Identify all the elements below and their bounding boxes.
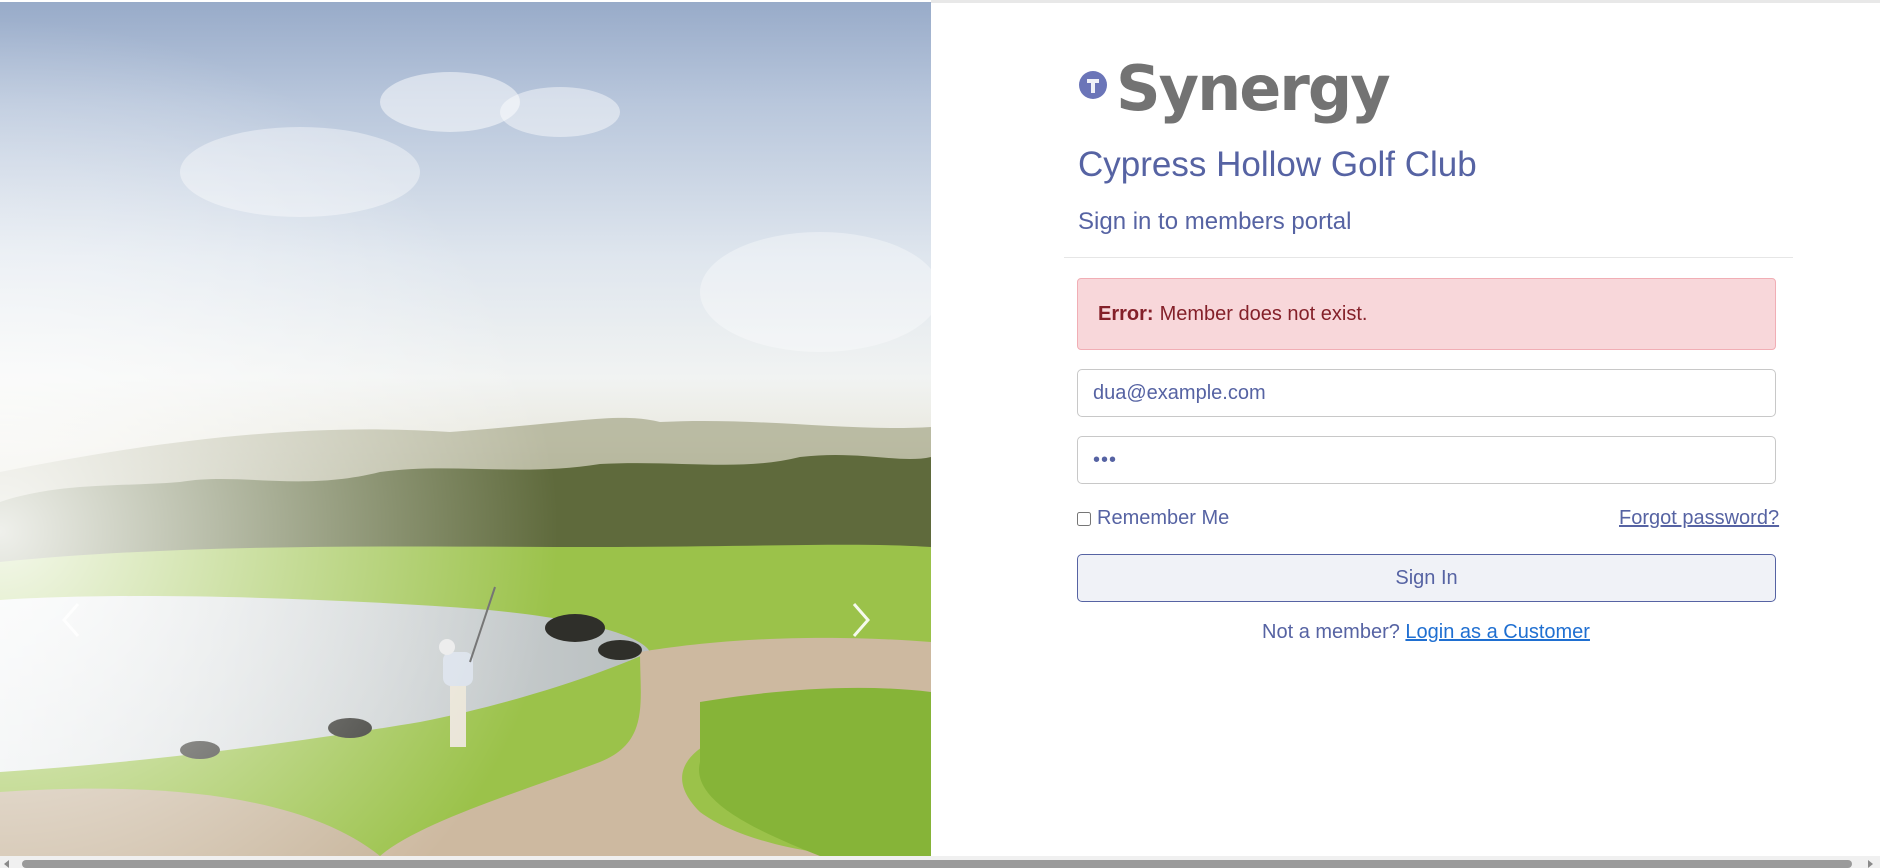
- synergy-logo-icon: [1079, 71, 1107, 99]
- login-as-customer-link[interactable]: Login as a Customer: [1405, 621, 1590, 643]
- scrollbar-thumb[interactable]: [22, 860, 1852, 868]
- scroll-left-arrow-icon[interactable]: [4, 860, 9, 868]
- not-member-row: Not a member? Login as a Customer: [1064, 621, 1788, 644]
- scroll-right-arrow-icon[interactable]: [1868, 860, 1873, 868]
- password-field[interactable]: [1077, 436, 1776, 484]
- forgot-password-link[interactable]: Forgot password?: [1619, 507, 1779, 530]
- chevron-left-icon: [62, 603, 80, 637]
- error-label: Error:: [1098, 302, 1154, 325]
- top-border: [931, 0, 1880, 3]
- divider: [1064, 257, 1793, 258]
- club-name: Cypress Hollow Golf Club: [1078, 145, 1477, 184]
- chevron-right-icon: [852, 603, 870, 637]
- not-member-text: Not a member?: [1262, 621, 1400, 643]
- page-subtitle: Sign in to members portal: [1078, 208, 1352, 235]
- remember-me[interactable]: Remember Me: [1077, 507, 1229, 530]
- remember-me-label: Remember Me: [1097, 507, 1230, 529]
- carousel-next-button[interactable]: [846, 600, 876, 640]
- sign-in-button[interactable]: Sign In: [1077, 554, 1776, 602]
- hero-image: [0, 2, 931, 856]
- carousel-prev-button[interactable]: [58, 600, 88, 640]
- logo-text: Synergy: [1116, 52, 1391, 125]
- synergy-logo: Synergy: [1078, 52, 1391, 128]
- error-message: Member does not exist.: [1159, 302, 1368, 325]
- error-alert: Error: Member does not exist.: [1077, 278, 1776, 350]
- golf-course-illustration: [0, 2, 931, 856]
- email-field[interactable]: [1077, 369, 1776, 417]
- remember-me-checkbox[interactable]: [1077, 511, 1091, 526]
